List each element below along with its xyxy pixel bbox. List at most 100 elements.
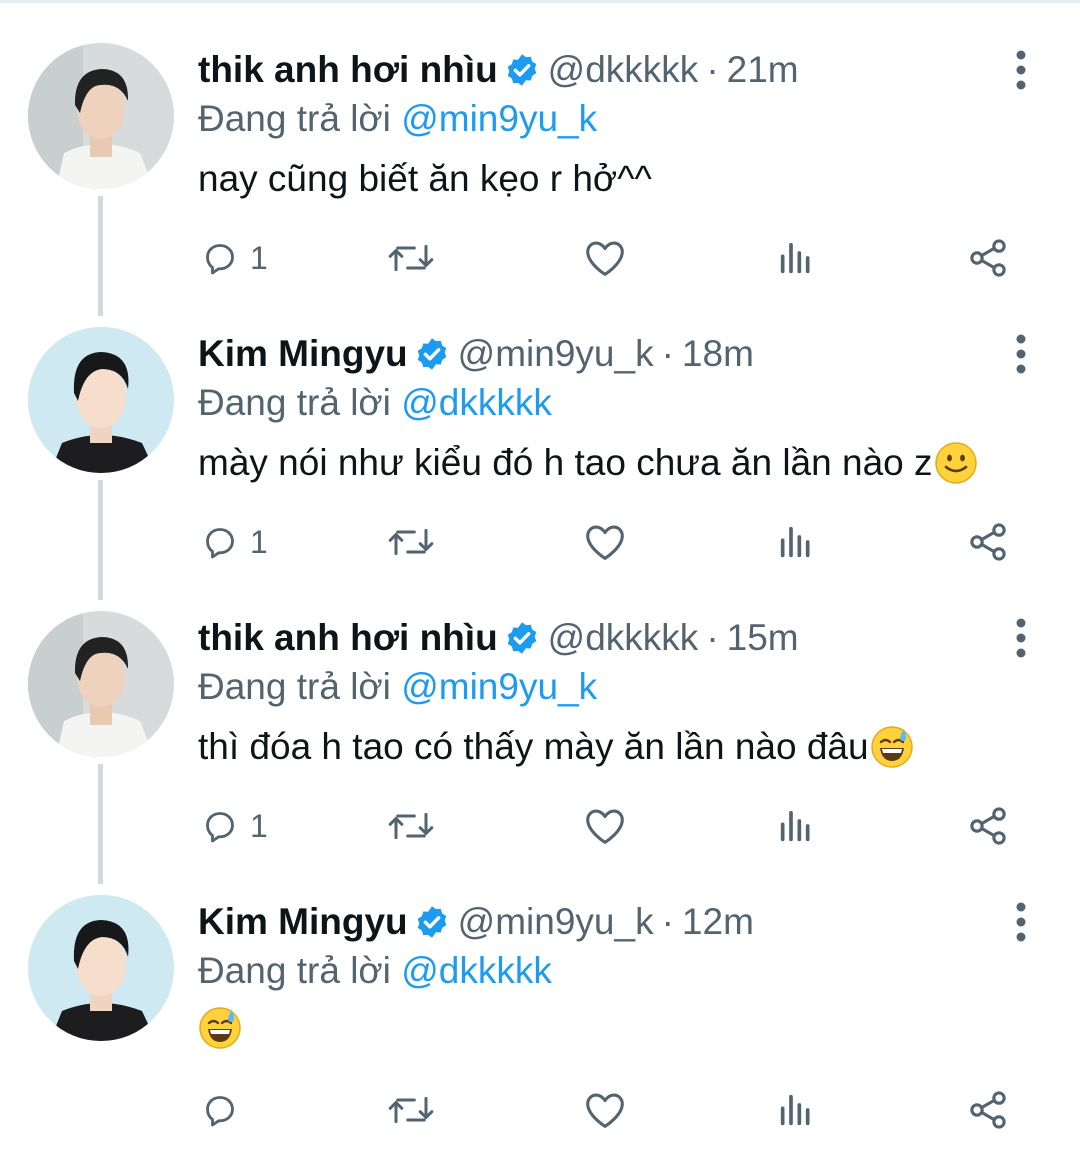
display-name[interactable]: Kim Mingyu: [198, 896, 408, 948]
tweet-header: Kim Mingyu @min9yu_k · 18m: [198, 328, 754, 380]
user-handle[interactable]: @min9yu_k: [458, 896, 654, 948]
retweet-button[interactable]: [386, 798, 436, 854]
like-button[interactable]: [583, 230, 627, 286]
timestamp[interactable]: 15m: [727, 612, 799, 664]
analytics-icon: [776, 522, 816, 562]
replying-to: Đang trả lời @min9yu_k: [198, 664, 597, 710]
tweet-header: thik anh hơi nhìu @dkkkkk · 21m: [198, 44, 799, 96]
share-button[interactable]: [966, 514, 1010, 570]
replying-to-label: Đang trả lời: [198, 950, 391, 991]
reply-count: 1: [250, 523, 268, 560]
replying-to-label: Đang trả lời: [198, 382, 391, 423]
reply-button[interactable]: 1: [200, 798, 268, 854]
tweet-actions: 1: [0, 230, 1080, 286]
replying-to-handle[interactable]: @dkkkkk: [401, 382, 552, 423]
grinning-face-with-sweat-icon: [870, 725, 914, 769]
share-icon: [966, 804, 1010, 848]
more-vertical-icon[interactable]: [1004, 616, 1038, 660]
more-vertical-icon[interactable]: [1004, 332, 1038, 376]
analytics-button[interactable]: [776, 514, 816, 570]
retweet-button[interactable]: [386, 230, 436, 286]
more-vertical-icon[interactable]: [1004, 48, 1038, 92]
tweet[interactable]: Kim Mingyu @min9yu_k · 12m Đang trả lời …: [0, 852, 1080, 1136]
tweet-text: [198, 1006, 242, 1050]
tweet-text: nay cũng biết ăn kẹo r hở^^: [198, 154, 652, 204]
analytics-icon: [776, 1090, 816, 1130]
share-icon: [966, 1088, 1010, 1132]
verified-badge-icon: [504, 620, 540, 656]
avatar[interactable]: [28, 43, 174, 189]
tweet-header: thik anh hơi nhìu @dkkkkk · 15m: [198, 612, 799, 664]
like-button[interactable]: [583, 514, 627, 570]
reply-button[interactable]: 1: [200, 230, 268, 286]
retweet-icon: [386, 806, 436, 846]
retweet-button[interactable]: [386, 514, 436, 570]
timestamp[interactable]: 21m: [727, 44, 799, 96]
verified-badge-icon: [414, 904, 450, 940]
replying-to: Đang trả lời @min9yu_k: [198, 96, 597, 142]
tweet-text-content: thì đóa h tao có thấy mày ăn lần nào đâu: [198, 726, 869, 767]
tweet-header: Kim Mingyu @min9yu_k · 12m: [198, 896, 754, 948]
reply-icon: [200, 238, 240, 278]
replying-to-label: Đang trả lời: [198, 98, 391, 139]
replying-to-handle[interactable]: @dkkkkk: [401, 950, 552, 991]
tweet-actions: 1: [0, 798, 1080, 854]
tweet[interactable]: Kim Mingyu @min9yu_k · 18m Đang trả lời …: [0, 284, 1080, 568]
replying-to: Đang trả lời @dkkkkk: [198, 380, 552, 426]
user-handle[interactable]: @dkkkkk: [548, 44, 699, 96]
reply-icon: [200, 522, 240, 562]
display-name[interactable]: thik anh hơi nhìu: [198, 612, 498, 664]
reply-count: 1: [250, 807, 268, 844]
reply-button[interactable]: 1: [200, 514, 268, 570]
analytics-icon: [776, 238, 816, 278]
reply-icon: [200, 1090, 240, 1130]
retweet-icon: [386, 238, 436, 278]
avatar[interactable]: [28, 895, 174, 1041]
tweet-text: thì đóa h tao có thấy mày ăn lần nào đâu: [198, 722, 914, 772]
reply-button[interactable]: [200, 1082, 240, 1138]
user-handle[interactable]: @dkkkkk: [548, 612, 699, 664]
analytics-button[interactable]: [776, 230, 816, 286]
heart-icon: [583, 238, 627, 278]
separator: ·: [706, 49, 719, 90]
analytics-button[interactable]: [776, 1082, 816, 1138]
tweet-text-content: nay cũng biết ăn kẹo r hở^^: [198, 158, 652, 199]
reply-icon: [200, 806, 240, 846]
share-button[interactable]: [966, 230, 1010, 286]
reply-count: 1: [250, 239, 268, 276]
verified-badge-icon: [414, 336, 450, 372]
share-button[interactable]: [966, 1082, 1010, 1138]
display-name[interactable]: Kim Mingyu: [198, 328, 408, 380]
tweet[interactable]: thik anh hơi nhìu @dkkkkk · 21m Đang trả…: [0, 0, 1080, 284]
tweet-text: mày nói như kiểu đó h tao chưa ăn lần nà…: [198, 438, 978, 488]
timestamp[interactable]: 12m: [682, 896, 754, 948]
avatar[interactable]: [28, 611, 174, 757]
tweet-actions: [0, 1082, 1080, 1138]
more-vertical-icon[interactable]: [1004, 900, 1038, 944]
share-button[interactable]: [966, 798, 1010, 854]
retweet-icon: [386, 522, 436, 562]
replying-to-label: Đang trả lời: [198, 666, 391, 707]
share-icon: [966, 520, 1010, 564]
avatar[interactable]: [28, 327, 174, 473]
retweet-button[interactable]: [386, 1082, 436, 1138]
replying-to: Đang trả lời @dkkkkk: [198, 948, 552, 994]
heart-icon: [583, 806, 627, 846]
tweet-actions: 1: [0, 514, 1080, 570]
like-button[interactable]: [583, 798, 627, 854]
tweet-text-content: mày nói như kiểu đó h tao chưa ăn lần nà…: [198, 442, 933, 483]
analytics-icon: [776, 806, 816, 846]
timestamp[interactable]: 18m: [682, 328, 754, 380]
analytics-button[interactable]: [776, 798, 816, 854]
heart-icon: [583, 522, 627, 562]
like-button[interactable]: [583, 1082, 627, 1138]
replying-to-handle[interactable]: @min9yu_k: [401, 666, 597, 707]
replying-to-handle[interactable]: @min9yu_k: [401, 98, 597, 139]
user-handle[interactable]: @min9yu_k: [458, 328, 654, 380]
slightly-smiling-face-icon: [934, 441, 978, 485]
tweet[interactable]: thik anh hơi nhìu @dkkkkk · 15m Đang trả…: [0, 568, 1080, 852]
share-icon: [966, 236, 1010, 280]
heart-icon: [583, 1090, 627, 1130]
grinning-face-with-sweat-icon: [198, 1006, 242, 1050]
display-name[interactable]: thik anh hơi nhìu: [198, 44, 498, 96]
